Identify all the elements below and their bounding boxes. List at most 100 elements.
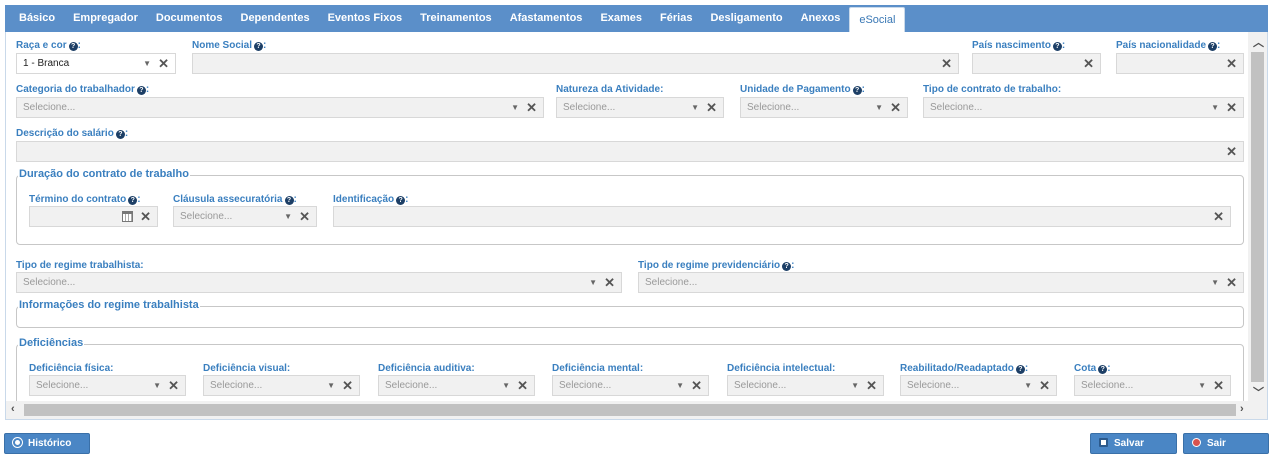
clear-icon[interactable]: ✕	[890, 98, 901, 117]
pais-nascimento-input[interactable]: ✕	[972, 53, 1101, 74]
chevron-down-icon[interactable]: ▼	[875, 98, 883, 118]
chevron-down-icon[interactable]: ▼	[691, 98, 699, 118]
tab-documentos[interactable]: Documentos	[147, 5, 232, 32]
chevron-down-icon[interactable]: ▼	[502, 376, 510, 396]
scroll-left-icon[interactable]: ‹	[11, 403, 15, 415]
pais-nacionalidade-input[interactable]: ✕	[1116, 53, 1244, 74]
chevron-down-icon[interactable]: ▼	[589, 273, 597, 293]
sair-button[interactable]: Sair	[1183, 433, 1269, 454]
cota-select[interactable]: Selecione... ▼ ✕	[1074, 375, 1231, 396]
regime-trabalhista-select[interactable]: Selecione... ▼ ✕	[16, 272, 622, 293]
tab-dependentes[interactable]: Dependentes	[232, 5, 319, 32]
deficiencias-legend: Deficiências	[18, 337, 85, 349]
chevron-down-icon[interactable]: ▼	[1024, 376, 1032, 396]
clear-icon[interactable]: ✕	[1226, 98, 1237, 117]
clear-icon[interactable]: ✕	[1083, 54, 1094, 73]
scroll-right-icon[interactable]: ›	[1240, 403, 1244, 415]
tab-exames[interactable]: Exames	[591, 5, 651, 32]
deficiencia-fisica-select[interactable]: Selecione... ▼ ✕	[29, 375, 186, 396]
clear-icon[interactable]: ✕	[299, 207, 310, 226]
help-icon[interactable]: ?	[115, 130, 125, 139]
help-icon[interactable]: ?	[136, 86, 146, 95]
chevron-down-icon[interactable]: ▼	[511, 98, 519, 118]
clear-icon[interactable]: ✕	[1213, 376, 1224, 395]
tab-esocial[interactable]: eSocial	[849, 7, 906, 32]
help-icon[interactable]: ?	[396, 196, 406, 205]
clear-icon[interactable]: ✕	[1226, 54, 1237, 73]
termino-contrato-label: Término do contrato?:	[29, 194, 141, 205]
chevron-down-icon[interactable]: ▼	[1198, 376, 1206, 396]
help-icon[interactable]: ?	[782, 262, 792, 271]
nome-social-label: Nome Social?:	[192, 40, 267, 51]
clear-icon[interactable]: ✕	[140, 207, 151, 226]
regime-previdenciario-select[interactable]: Selecione... ▼ ✕	[638, 272, 1244, 293]
tab-basico[interactable]: Básico	[10, 5, 64, 32]
chevron-down-icon[interactable]: ▼	[143, 54, 151, 74]
deficiencia-mental-select[interactable]: Selecione... ▼ ✕	[552, 375, 709, 396]
chevron-down-icon[interactable]: ▼	[676, 376, 684, 396]
clear-icon[interactable]: ✕	[158, 54, 169, 73]
help-icon[interactable]: ?	[254, 42, 264, 51]
termino-contrato-input[interactable]: ✕	[29, 206, 158, 227]
scroll-down-icon[interactable]: ﹀	[1253, 384, 1264, 400]
salvar-button[interactable]: Salvar	[1090, 433, 1177, 454]
horizontal-scrollbar[interactable]: ‹ ›	[6, 401, 1267, 419]
clear-icon[interactable]: ✕	[866, 376, 877, 395]
clausula-assecuratoria-select[interactable]: Selecione... ▼ ✕	[173, 206, 317, 227]
clear-icon[interactable]: ✕	[604, 273, 615, 292]
tab-eventos-fixos[interactable]: Eventos Fixos	[319, 5, 412, 32]
chevron-down-icon[interactable]: ▼	[153, 376, 161, 396]
clear-icon[interactable]: ✕	[691, 376, 702, 395]
clear-icon[interactable]: ✕	[1039, 376, 1050, 395]
raca-cor-label: Raça e cor?:	[16, 40, 81, 51]
save-icon	[1099, 438, 1108, 447]
help-icon[interactable]: ?	[1052, 42, 1062, 51]
categoria-trabalhador-select[interactable]: Selecione... ▼ ✕	[16, 97, 544, 118]
chevron-down-icon[interactable]: ▼	[1211, 273, 1219, 293]
nome-social-input[interactable]: ✕	[192, 53, 959, 74]
tab-anexos[interactable]: Anexos	[792, 5, 850, 32]
help-icon[interactable]: ?	[1098, 365, 1108, 374]
descricao-salario-input[interactable]: ✕	[16, 141, 1244, 162]
clear-icon[interactable]: ✕	[517, 376, 528, 395]
reabilitado-readaptado-select[interactable]: Selecione... ▼ ✕	[900, 375, 1057, 396]
tipo-contrato-select[interactable]: Selecione... ▼ ✕	[923, 97, 1244, 118]
clear-icon[interactable]: ✕	[1226, 142, 1237, 161]
help-icon[interactable]: ?	[1015, 365, 1025, 374]
horizontal-scroll-thumb[interactable]	[24, 404, 1236, 416]
chevron-down-icon[interactable]: ▼	[327, 376, 335, 396]
clear-icon[interactable]: ✕	[168, 376, 179, 395]
calendar-icon[interactable]	[122, 211, 133, 222]
chevron-down-icon[interactable]: ▼	[284, 207, 292, 227]
identificacao-input[interactable]: ✕	[333, 206, 1231, 227]
deficiencia-auditiva-select[interactable]: Selecione... ▼ ✕	[378, 375, 535, 396]
chevron-down-icon[interactable]: ▼	[851, 376, 859, 396]
deficiencia-intelectual-select[interactable]: Selecione... ▼ ✕	[727, 375, 884, 396]
clear-icon[interactable]: ✕	[526, 98, 537, 117]
historico-button[interactable]: Histórico	[4, 433, 90, 454]
descricao-salario-label: Descrição do salário?:	[16, 128, 129, 139]
clear-icon[interactable]: ✕	[706, 98, 717, 117]
tab-desligamento[interactable]: Desligamento	[701, 5, 791, 32]
help-icon[interactable]: ?	[1208, 42, 1218, 51]
clear-icon[interactable]: ✕	[1213, 207, 1224, 226]
help-icon[interactable]: ?	[284, 196, 294, 205]
clear-icon[interactable]: ✕	[941, 54, 952, 73]
chevron-down-icon[interactable]: ▼	[1211, 98, 1219, 118]
tab-empregador[interactable]: Empregador	[64, 5, 147, 32]
clear-icon[interactable]: ✕	[342, 376, 353, 395]
raca-cor-select[interactable]: 1 - Branca ▼ ✕	[16, 53, 176, 74]
vertical-scroll-thumb[interactable]	[1251, 52, 1264, 382]
tab-ferias[interactable]: Férias	[651, 5, 701, 32]
help-icon[interactable]: ?	[852, 86, 862, 95]
clear-icon[interactable]: ✕	[1226, 273, 1237, 292]
scroll-up-icon[interactable]: ︿	[1253, 34, 1264, 50]
tab-afastamentos[interactable]: Afastamentos	[501, 5, 592, 32]
vertical-scrollbar[interactable]: ︿ ﹀	[1248, 32, 1267, 402]
help-icon[interactable]: ?	[68, 42, 78, 51]
deficiencia-visual-select[interactable]: Selecione... ▼ ✕	[203, 375, 360, 396]
natureza-atividade-select[interactable]: Selecione... ▼ ✕	[556, 97, 724, 118]
tab-treinamentos[interactable]: Treinamentos	[411, 5, 501, 32]
unidade-pagamento-select[interactable]: Selecione... ▼ ✕	[740, 97, 908, 118]
help-icon[interactable]: ?	[128, 196, 138, 205]
